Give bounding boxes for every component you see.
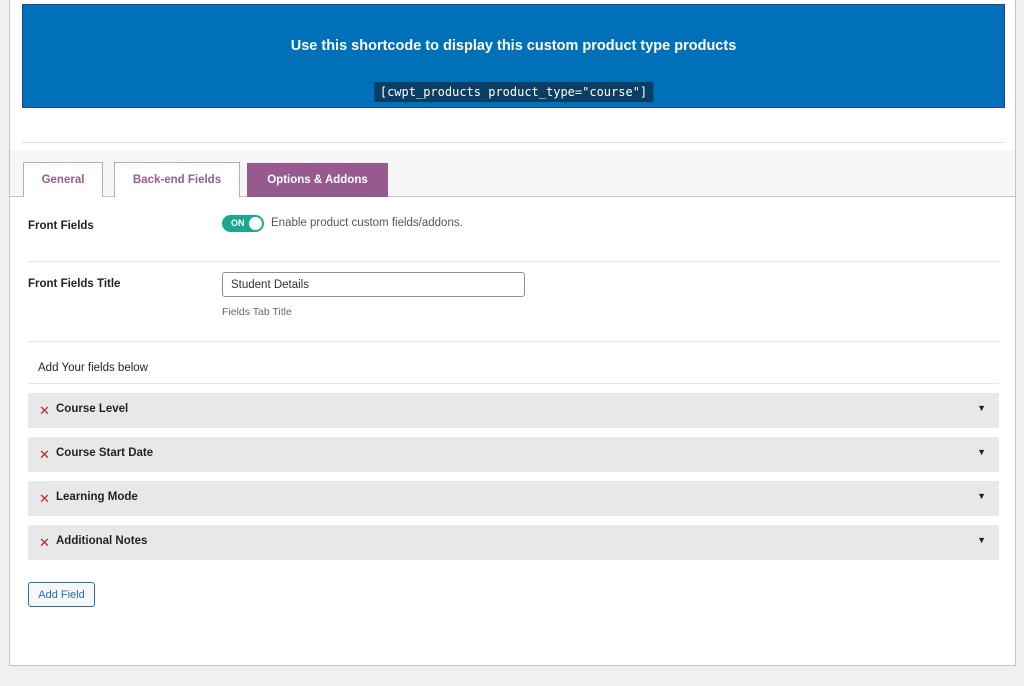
- field-row-course-start-date[interactable]: ✕ Course Start Date ▼: [28, 437, 999, 472]
- field-row-learning-mode[interactable]: ✕ Learning Mode ▼: [28, 481, 999, 516]
- field-name: Course Level: [56, 403, 129, 415]
- add-field-button[interactable]: Add Field: [28, 582, 95, 607]
- shortcode-banner: Use this shortcode to display this custo…: [22, 4, 1005, 108]
- front-fields-title-input[interactable]: [222, 272, 525, 297]
- tab-back-end-fields[interactable]: Back-end Fields: [114, 162, 240, 197]
- tab-options-addons[interactable]: Options & Addons: [247, 163, 388, 197]
- chevron-down-icon[interactable]: ▼: [977, 403, 986, 413]
- tab-general[interactable]: General: [23, 162, 103, 197]
- field-name: Learning Mode: [56, 491, 138, 503]
- chevron-down-icon[interactable]: ▼: [977, 491, 986, 501]
- front-fields-toggle[interactable]: ON: [222, 215, 264, 232]
- row-divider: [28, 383, 999, 384]
- row-divider: [28, 341, 999, 342]
- front-fields-title-hint: Fields Tab Title: [222, 306, 292, 318]
- field-name: Course Start Date: [56, 447, 154, 459]
- row-divider: [28, 261, 999, 262]
- remove-icon[interactable]: ✕: [39, 534, 50, 551]
- toggle-knob: [249, 217, 262, 230]
- shortcode-title: Use this shortcode to display this custo…: [290, 38, 737, 54]
- settings-panel: Use this shortcode to display this custo…: [9, 0, 1016, 666]
- front-fields-description: Enable product custom fields/addons.: [271, 217, 463, 229]
- front-fields-title-label: Front Fields Title: [28, 278, 121, 290]
- toggle-on-text: ON: [231, 218, 245, 228]
- field-row-additional-notes[interactable]: ✕ Additional Notes ▼: [28, 525, 999, 560]
- chevron-down-icon[interactable]: ▼: [977, 447, 986, 457]
- divider: [22, 142, 1005, 143]
- fields-section-heading: Add Your fields below: [38, 362, 148, 374]
- front-fields-label: Front Fields: [28, 220, 94, 232]
- remove-icon[interactable]: ✕: [39, 402, 50, 419]
- field-row-course-level[interactable]: ✕ Course Level ▼: [28, 393, 999, 428]
- field-name: Additional Notes: [56, 535, 148, 547]
- remove-icon[interactable]: ✕: [39, 490, 50, 507]
- chevron-down-icon[interactable]: ▼: [977, 535, 986, 545]
- shortcode-code[interactable]: [cwpt_products product_type="course"]: [373, 82, 654, 102]
- tab-strip: General Back-end Fields Options & Addons: [10, 150, 1015, 197]
- remove-icon[interactable]: ✕: [39, 446, 50, 463]
